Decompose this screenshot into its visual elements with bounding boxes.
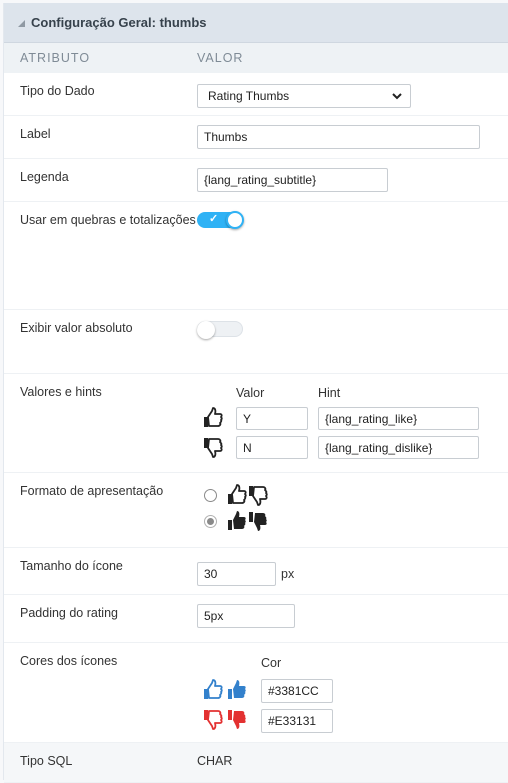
use-in-breaks-toggle[interactable]: ✓ [197, 211, 244, 229]
format-solid-radio[interactable] [204, 515, 217, 528]
row-icon-colors: Cores dos ícones Cor [4, 643, 508, 743]
like-hint-input[interactable] [318, 407, 479, 430]
format-outline-radio[interactable] [204, 489, 217, 502]
row-display-format: Formato de apresentação [4, 473, 508, 548]
thumbs-up-outline-icon [204, 407, 223, 427]
toggle-knob [197, 321, 215, 339]
panel-title: Configuração Geral: thumbs [31, 15, 207, 30]
values-hints-label: Valores e hints [20, 385, 102, 399]
show-absolute-label: Exibir valor absoluto [20, 321, 133, 335]
panel-header[interactable]: Configuração Geral: thumbs [4, 3, 508, 43]
row-values-hints: Valores e hints Valor Hint [4, 374, 508, 473]
data-type-selected: Rating Thumbs [208, 89, 290, 103]
column-value: VALOR [197, 51, 244, 65]
chevron-down-icon [392, 92, 402, 99]
row-subtitle: Legenda [4, 159, 508, 202]
row-data-type: Tipo do Dado Rating Thumbs [4, 73, 508, 116]
general-config-panel: Configuração Geral: thumbs ATRIBUTO VALO… [3, 3, 508, 783]
column-attribute: ATRIBUTO [20, 51, 91, 65]
like-color-input[interactable] [261, 679, 333, 703]
thumbs-down-outline-icon [249, 486, 268, 506]
thumbs-down-solid-icon [249, 512, 267, 531]
thumbs-down-outline-icon [204, 438, 223, 458]
subtitle-input[interactable] [197, 168, 388, 192]
toggle-knob [226, 211, 244, 229]
row-show-absolute: Exibir valor absoluto [4, 310, 508, 374]
icon-colors-label: Cores dos ícones [20, 654, 118, 668]
show-absolute-toggle[interactable] [197, 321, 243, 339]
label-input[interactable] [197, 125, 480, 149]
rating-padding-input[interactable] [197, 604, 295, 628]
sql-type-label: Tipo SQL [20, 754, 73, 768]
thumbs-down-solid-red-icon [228, 710, 246, 729]
dislike-hint-input[interactable] [318, 436, 479, 459]
subtitle-label: Legenda [20, 170, 69, 184]
column-header: ATRIBUTO VALOR [4, 43, 508, 73]
hint-column-label: Hint [318, 386, 341, 400]
row-sql-type: Tipo SQL CHAR [4, 743, 508, 783]
collapse-triangle-icon[interactable] [18, 20, 25, 27]
row-use-in-breaks: Usar em quebras e totalizações ✓ [4, 202, 508, 310]
dislike-value-input[interactable] [236, 436, 308, 459]
color-column-label: Cor [261, 656, 282, 670]
row-rating-padding: Padding do rating [4, 595, 508, 643]
use-in-breaks-label: Usar em quebras e totalizações [20, 213, 196, 227]
label-field-label: Label [20, 127, 51, 141]
data-type-label: Tipo do Dado [20, 84, 95, 98]
row-icon-size: Tamanho do ícone px [4, 548, 508, 595]
thumbs-up-solid-icon [228, 511, 246, 530]
thumbs-up-solid-blue-icon [228, 680, 246, 699]
like-value-input[interactable] [236, 407, 308, 430]
data-type-select[interactable]: Rating Thumbs [197, 84, 411, 108]
icon-size-unit: px [281, 566, 295, 581]
icon-size-label: Tamanho do ícone [20, 559, 123, 573]
sql-type-value: CHAR [197, 754, 233, 768]
thumbs-down-outline-red-icon [204, 710, 223, 730]
rating-padding-label: Padding do rating [20, 606, 118, 620]
display-format-label: Formato de apresentação [20, 484, 164, 498]
row-label: Label [4, 116, 508, 159]
thumbs-up-outline-icon [228, 484, 247, 504]
check-icon: ✓ [209, 213, 219, 225]
icon-size-input[interactable] [197, 561, 276, 586]
value-column-label: Valor [236, 386, 265, 400]
thumbs-up-outline-blue-icon [204, 679, 223, 699]
dislike-color-input[interactable] [261, 709, 333, 733]
